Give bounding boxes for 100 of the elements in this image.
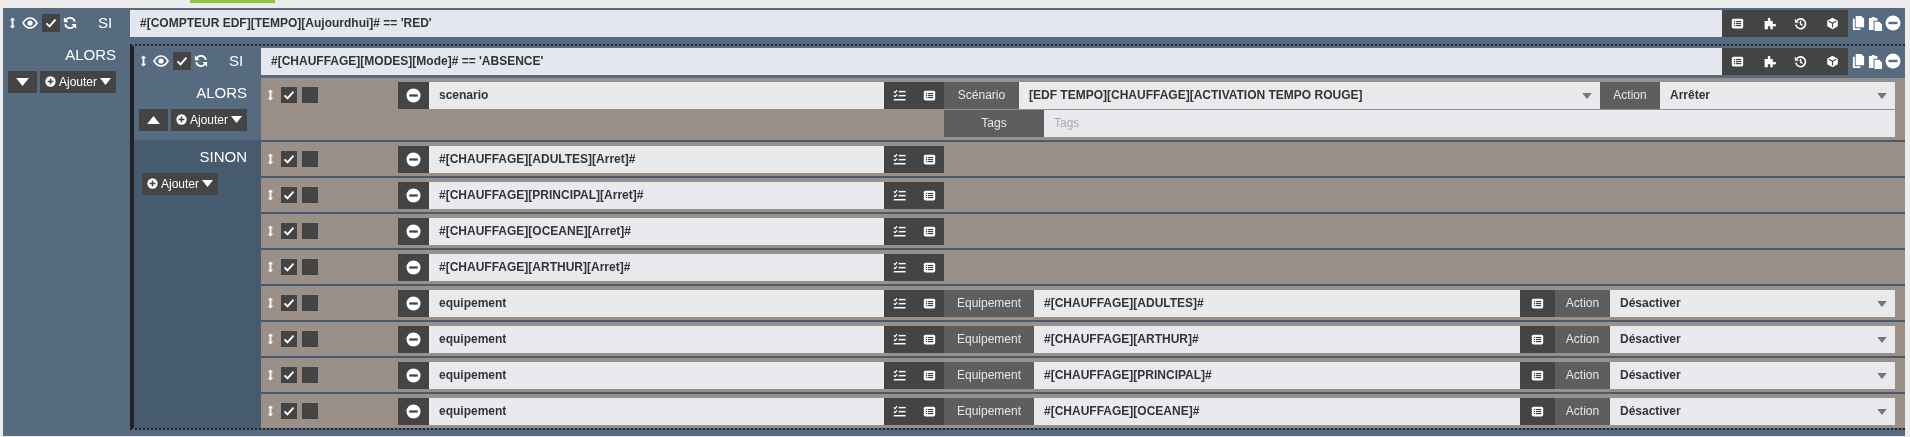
list-icon[interactable]	[922, 88, 936, 102]
cube-icon[interactable]	[1825, 54, 1839, 68]
remove-button[interactable]	[398, 361, 429, 389]
list-icon[interactable]	[922, 152, 936, 166]
action-field[interactable]: equipement	[429, 289, 884, 317]
enable-checkbox[interactable]	[281, 259, 297, 275]
parallel-checkbox[interactable]	[302, 367, 318, 383]
action-field[interactable]: equipement	[429, 397, 884, 425]
remove-button[interactable]	[398, 145, 429, 173]
paste-icon[interactable]	[1868, 52, 1883, 70]
parallel-checkbox[interactable]	[302, 187, 318, 203]
enable-checkbox[interactable]	[281, 367, 297, 383]
list-button[interactable]	[1520, 361, 1555, 389]
scenario-select[interactable]: [EDF TEMPO][CHAUFFAGE][ACTIVATION TEMPO ROUGE]	[1019, 81, 1600, 109]
enable-checkbox[interactable]	[173, 52, 191, 70]
list-icon[interactable]	[922, 260, 936, 274]
action-select[interactable]: Désactiver	[1610, 325, 1895, 353]
parallel-checkbox[interactable]	[302, 331, 318, 347]
enable-checkbox[interactable]	[281, 403, 297, 419]
parallel-checkbox[interactable]	[302, 87, 318, 103]
list-icon[interactable]	[922, 224, 936, 238]
list-icon[interactable]	[1531, 404, 1544, 418]
puzzle-icon[interactable]	[1762, 16, 1776, 30]
enable-checkbox[interactable]	[42, 14, 60, 32]
remove-icon[interactable]	[1885, 53, 1901, 69]
equipment-field[interactable]: #[CHAUFFAGE][OCEANE]#	[1034, 397, 1520, 425]
enable-checkbox[interactable]	[281, 295, 297, 311]
action-field[interactable]: #[CHAUFFAGE][ADULTES][Arret]#	[429, 145, 884, 173]
refresh-icon[interactable]	[194, 54, 208, 68]
list-icon[interactable]	[922, 296, 936, 310]
cube-icon[interactable]	[1825, 16, 1839, 30]
action-select[interactable]: Désactiver	[1610, 361, 1895, 389]
checklist-icon[interactable]	[892, 296, 906, 310]
enable-checkbox[interactable]	[281, 331, 297, 347]
enable-checkbox[interactable]	[281, 223, 297, 239]
list-button[interactable]	[1520, 289, 1555, 317]
parallel-checkbox[interactable]	[302, 403, 318, 419]
checklist-icon[interactable]	[892, 188, 906, 202]
action-field[interactable]: #[CHAUFFAGE][ARTHUR][Arret]#	[429, 253, 884, 281]
history-icon[interactable]	[1794, 16, 1808, 30]
enable-checkbox[interactable]	[281, 87, 297, 103]
remove-button[interactable]	[398, 253, 429, 281]
action-field[interactable]: #[CHAUFFAGE][OCEANE][Arret]#	[429, 217, 884, 245]
list-button[interactable]	[1520, 397, 1555, 425]
tags-input[interactable]: Tags	[1044, 109, 1895, 137]
condition-field[interactable]: #[CHAUFFAGE][MODES][Mode]# == 'ABSENCE'	[261, 47, 1722, 75]
checklist-icon[interactable]	[892, 224, 906, 238]
parallel-checkbox[interactable]	[302, 295, 318, 311]
history-icon[interactable]	[1794, 54, 1808, 68]
remove-button[interactable]	[398, 289, 429, 317]
parallel-checkbox[interactable]	[302, 151, 318, 167]
eye-icon[interactable]	[21, 15, 39, 31]
remove-button[interactable]	[398, 217, 429, 245]
checklist-icon[interactable]	[892, 88, 906, 102]
list-icon[interactable]	[922, 188, 936, 202]
list-icon[interactable]	[1531, 332, 1544, 346]
copy-icon[interactable]	[1851, 52, 1866, 70]
remove-button[interactable]	[398, 397, 429, 425]
action-field[interactable]: equipement	[429, 325, 884, 353]
action-field[interactable]: scenario	[429, 81, 884, 109]
equipment-field[interactable]: #[CHAUFFAGE][ADULTES]#	[1034, 289, 1520, 317]
action-field[interactable]: equipement	[429, 361, 884, 389]
enable-checkbox[interactable]	[281, 151, 297, 167]
checklist-icon[interactable]	[892, 152, 906, 166]
list-icon[interactable]	[1731, 16, 1745, 30]
action-field[interactable]: #[CHAUFFAGE][PRINCIPAL][Arret]#	[429, 181, 884, 209]
condition-field[interactable]: #[COMPTEUR EDF][TEMPO][Aujourdhui]# == 'RED'	[130, 9, 1722, 37]
list-button[interactable]	[1520, 325, 1555, 353]
list-icon[interactable]	[1531, 296, 1544, 310]
parallel-checkbox[interactable]	[302, 259, 318, 275]
collapse-button[interactable]	[7, 70, 37, 93]
remove-button[interactable]	[398, 325, 429, 353]
eye-icon[interactable]	[152, 53, 170, 69]
list-icon[interactable]	[922, 332, 936, 346]
refresh-icon[interactable]	[63, 16, 77, 30]
checklist-icon[interactable]	[892, 404, 906, 418]
equipment-field[interactable]: #[CHAUFFAGE][PRINCIPAL]#	[1034, 361, 1520, 389]
puzzle-icon[interactable]	[1762, 54, 1776, 68]
copy-icon[interactable]	[1851, 14, 1866, 32]
list-icon[interactable]	[922, 368, 936, 382]
equipment-field[interactable]: #[CHAUFFAGE][ARTHUR]#	[1034, 325, 1520, 353]
remove-icon[interactable]	[1885, 15, 1901, 31]
collapse-button[interactable]	[138, 108, 168, 131]
list-icon[interactable]	[1531, 368, 1544, 382]
paste-icon[interactable]	[1868, 14, 1883, 32]
parallel-checkbox[interactable]	[302, 223, 318, 239]
checklist-icon[interactable]	[892, 260, 906, 274]
enable-checkbox[interactable]	[281, 187, 297, 203]
action-select[interactable]: Arrêter	[1660, 81, 1895, 109]
checklist-icon[interactable]	[892, 368, 906, 382]
add-dropdown-button[interactable]: Ajouter	[170, 108, 247, 131]
action-select[interactable]: Désactiver	[1610, 397, 1895, 425]
list-icon[interactable]	[922, 404, 936, 418]
remove-button[interactable]	[398, 181, 429, 209]
checklist-icon[interactable]	[892, 332, 906, 346]
add-dropdown-button[interactable]: Ajouter	[39, 70, 116, 93]
add-dropdown-button[interactable]: Ajouter	[142, 172, 219, 195]
list-icon[interactable]	[1731, 54, 1745, 68]
action-select[interactable]: Désactiver	[1610, 289, 1895, 317]
remove-button[interactable]	[398, 81, 429, 109]
